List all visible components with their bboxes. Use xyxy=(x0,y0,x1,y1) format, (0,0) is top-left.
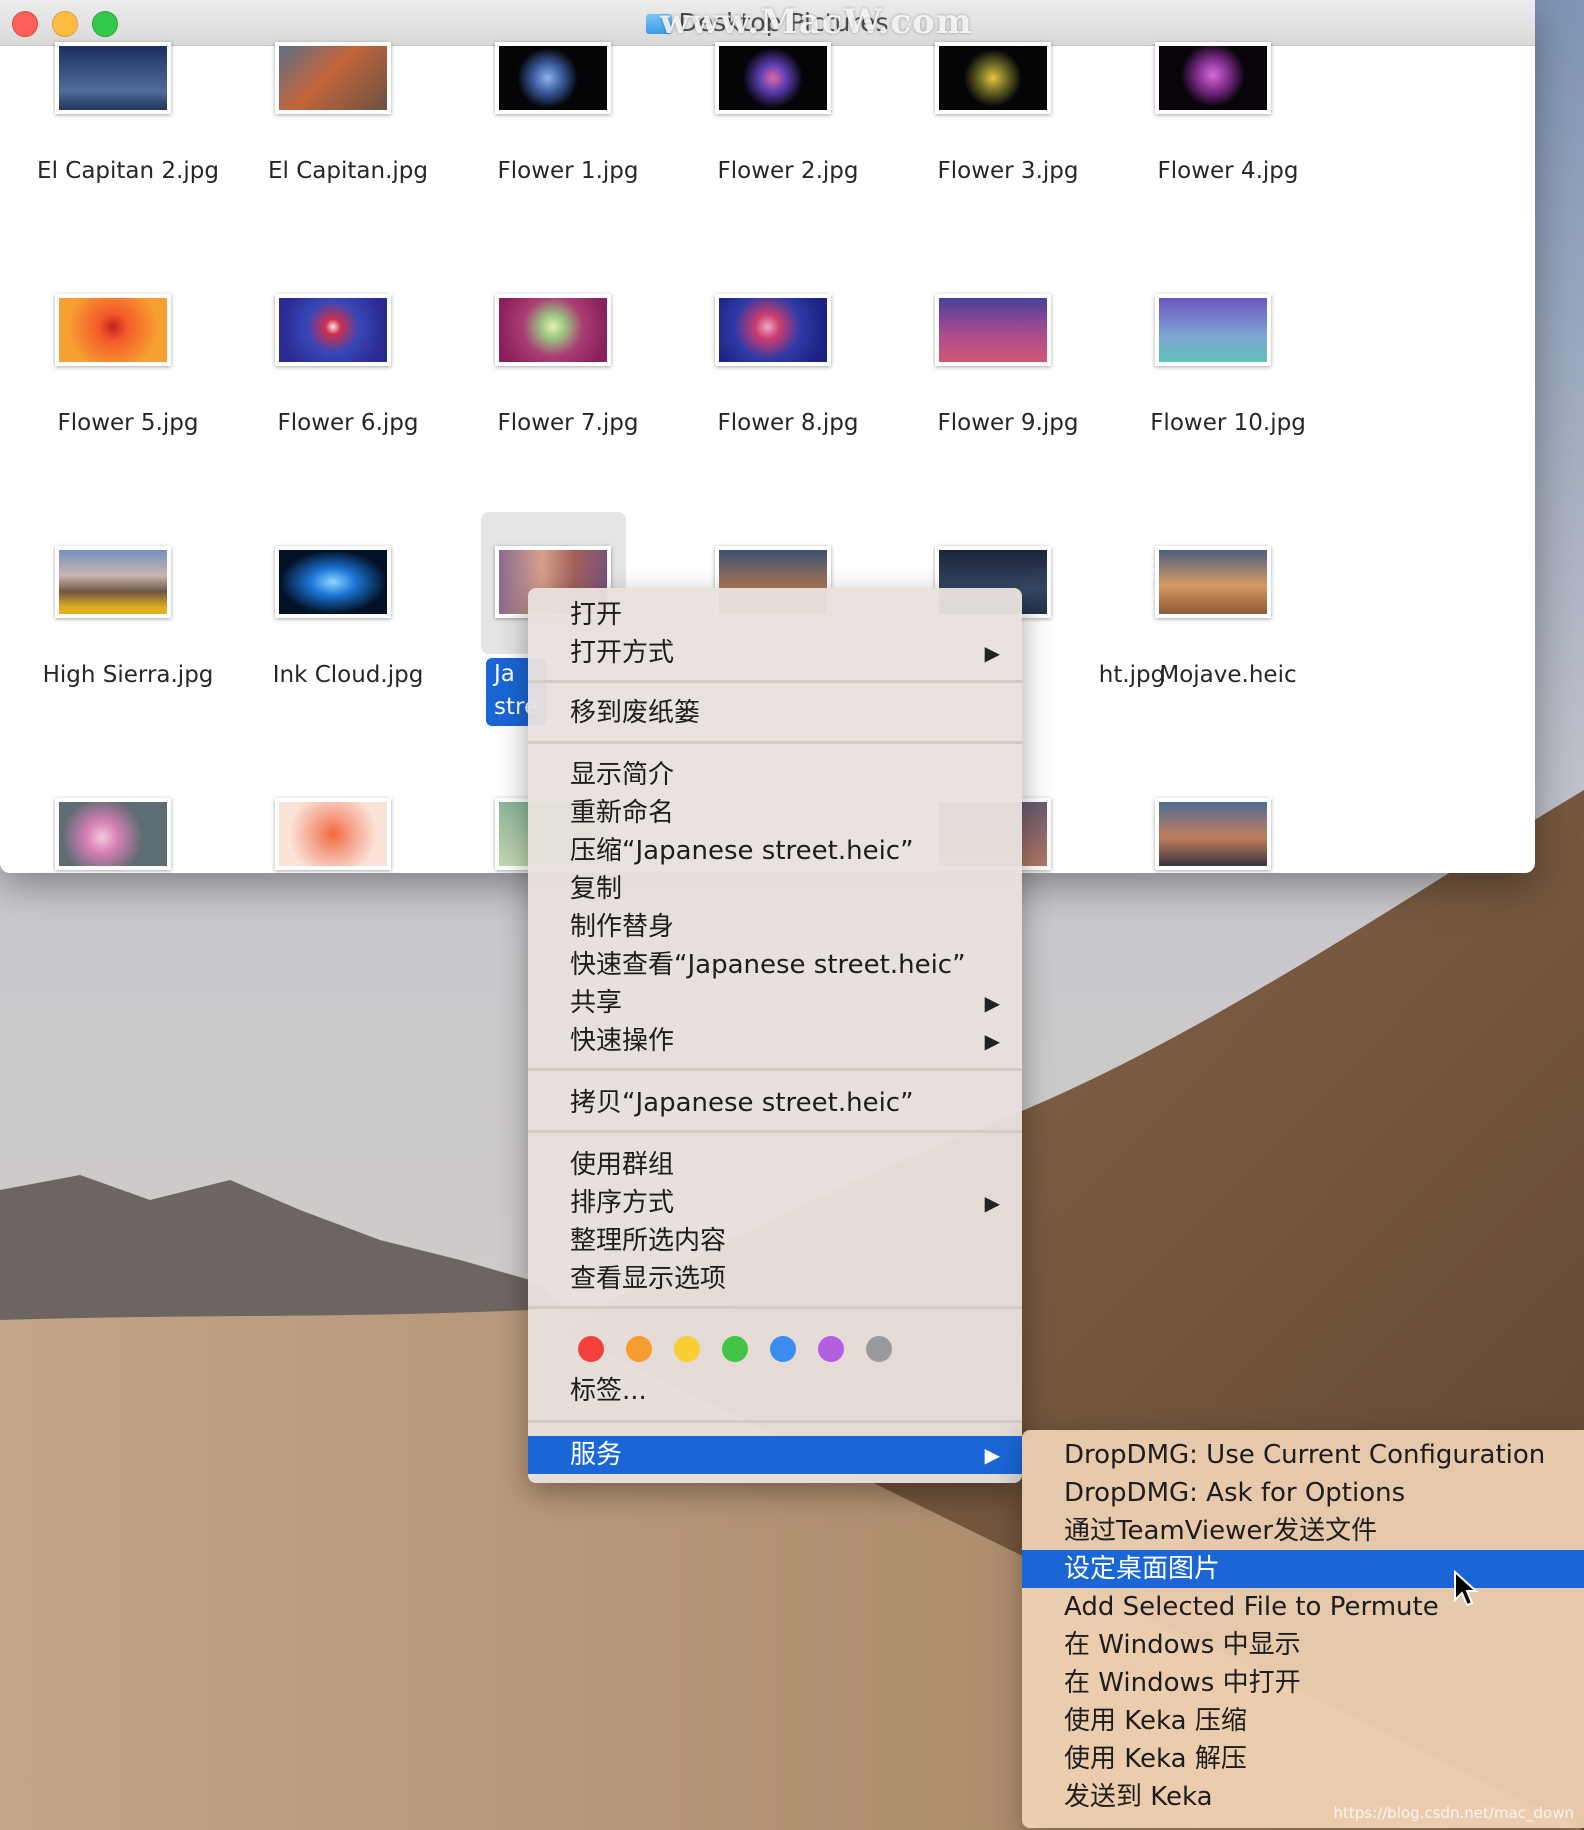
file-thumbnail xyxy=(1155,798,1271,870)
menu-separator xyxy=(528,1420,1022,1423)
menu-item-open[interactable]: 打开 xyxy=(528,596,1022,634)
menu-separator xyxy=(528,1306,1022,1309)
file-thumbnail xyxy=(495,42,611,114)
services-submenu: DropDMG: Use Current Configuration DropD… xyxy=(1022,1430,1584,1828)
tag-gray-dot[interactable] xyxy=(866,1336,892,1362)
file-name: Flower 8.jpg xyxy=(717,410,859,436)
menu-separator xyxy=(528,741,1022,744)
file-name: Flower 6.jpg xyxy=(277,410,419,436)
menu-item-quick-look[interactable]: 快速查看“Japanese street.heic” xyxy=(528,946,1022,984)
submenu-arrow-icon: ▶ xyxy=(984,1443,1000,1467)
menu-item-copy[interactable]: 拷贝“Japanese street.heic” xyxy=(528,1084,1022,1122)
file-name: Flower 9.jpg xyxy=(937,410,1079,436)
file-name: El Capitan 2.jpg xyxy=(37,158,219,184)
service-set-desktop-picture[interactable]: 设定桌面图片 xyxy=(1022,1550,1584,1588)
submenu-arrow-icon: ▶ xyxy=(984,1029,1000,1053)
credit-text: https://blog.csdn.net/mac_down xyxy=(1333,1804,1574,1822)
menu-separator xyxy=(528,1068,1022,1071)
title-bar[interactable]: Desktop Pictures www.MacW.com xyxy=(0,0,1535,46)
menu-item-move-to-trash[interactable]: 移到废纸篓 xyxy=(528,694,1022,732)
file-thumbnail xyxy=(275,798,391,870)
file-name: Flower 1.jpg xyxy=(497,158,639,184)
file-name: Flower 4.jpg xyxy=(1157,158,1299,184)
file-thumbnail xyxy=(55,546,171,618)
submenu-arrow-icon: ▶ xyxy=(984,1191,1000,1215)
file-thumbnail xyxy=(1155,546,1271,618)
tag-green-dot[interactable] xyxy=(722,1336,748,1362)
menu-separator xyxy=(528,680,1022,683)
file-thumbnail xyxy=(55,42,171,114)
menu-separator xyxy=(528,1130,1022,1133)
service-dropdmg-ask[interactable]: DropDMG: Ask for Options xyxy=(1022,1474,1584,1512)
menu-item-use-groups[interactable]: 使用群组 xyxy=(528,1146,1022,1184)
file-name: Flower 2.jpg xyxy=(717,158,859,184)
menu-item-show-view-options[interactable]: 查看显示选项 xyxy=(528,1260,1022,1298)
service-keka-extract[interactable]: 使用 Keka 解压 xyxy=(1022,1740,1584,1778)
service-windows-show[interactable]: 在 Windows 中显示 xyxy=(1022,1626,1584,1664)
menu-item-open-with[interactable]: 打开方式 ▶ xyxy=(528,634,1022,672)
file-thumbnail xyxy=(935,294,1051,366)
file-thumbnail xyxy=(1155,42,1271,114)
file-thumbnail xyxy=(1155,294,1271,366)
menu-item-duplicate[interactable]: 复制 xyxy=(528,870,1022,908)
file-name: Flower 7.jpg xyxy=(497,410,639,436)
submenu-arrow-icon: ▶ xyxy=(984,991,1000,1015)
file-thumbnail xyxy=(715,294,831,366)
tag-yellow-dot[interactable] xyxy=(674,1336,700,1362)
file-name: El Capitan.jpg xyxy=(268,158,428,184)
menu-item-quick-actions[interactable]: 快速操作 ▶ xyxy=(528,1022,1022,1060)
menu-item-make-alias[interactable]: 制作替身 xyxy=(528,908,1022,946)
menu-item-get-info[interactable]: 显示简介 xyxy=(528,756,1022,794)
service-keka-compress[interactable]: 使用 Keka 压缩 xyxy=(1022,1702,1584,1740)
file-thumbnail xyxy=(495,294,611,366)
file-name: Flower 10.jpg xyxy=(1150,410,1306,436)
service-permute[interactable]: Add Selected File to Permute xyxy=(1022,1588,1584,1626)
service-dropdmg-current[interactable]: DropDMG: Use Current Configuration xyxy=(1022,1436,1584,1474)
file-name: Mojave.heic xyxy=(1159,662,1297,688)
file-name: Flower 5.jpg xyxy=(57,410,199,436)
file-thumbnail xyxy=(715,42,831,114)
service-windows-open[interactable]: 在 Windows 中打开 xyxy=(1022,1664,1584,1702)
tag-purple-dot[interactable] xyxy=(818,1336,844,1362)
submenu-arrow-icon: ▶ xyxy=(984,641,1000,665)
file-name: High Sierra.jpg xyxy=(42,662,214,688)
watermark: www.MacW.com xyxy=(660,2,973,42)
tag-blue-dot[interactable] xyxy=(770,1336,796,1362)
menu-item-sort-by[interactable]: 排序方式 ▶ xyxy=(528,1184,1022,1222)
menu-item-compress[interactable]: 压缩“Japanese street.heic” xyxy=(528,832,1022,870)
mouse-cursor-icon xyxy=(1454,1570,1479,1607)
tag-red-dot[interactable] xyxy=(578,1336,604,1362)
menu-item-rename[interactable]: 重新命名 xyxy=(528,794,1022,832)
file-thumbnail xyxy=(935,42,1051,114)
file-name: Ink Cloud.jpg xyxy=(272,662,424,688)
file-thumbnail xyxy=(55,294,171,366)
file-thumbnail xyxy=(55,798,171,870)
menu-item-services[interactable]: 服务 ▶ xyxy=(528,1436,1022,1474)
file-thumbnail xyxy=(275,42,391,114)
file-thumbnail xyxy=(275,294,391,366)
file-name: Flower 3.jpg xyxy=(937,158,1079,184)
file-thumbnail xyxy=(275,546,391,618)
menu-item-tags[interactable]: 标签... xyxy=(528,1372,1022,1410)
menu-item-share[interactable]: 共享 ▶ xyxy=(528,984,1022,1022)
service-teamviewer-send[interactable]: 通过TeamViewer发送文件 xyxy=(1022,1512,1584,1550)
menu-item-clean-up-selection[interactable]: 整理所选内容 xyxy=(528,1222,1022,1260)
tag-orange-dot[interactable] xyxy=(626,1336,652,1362)
